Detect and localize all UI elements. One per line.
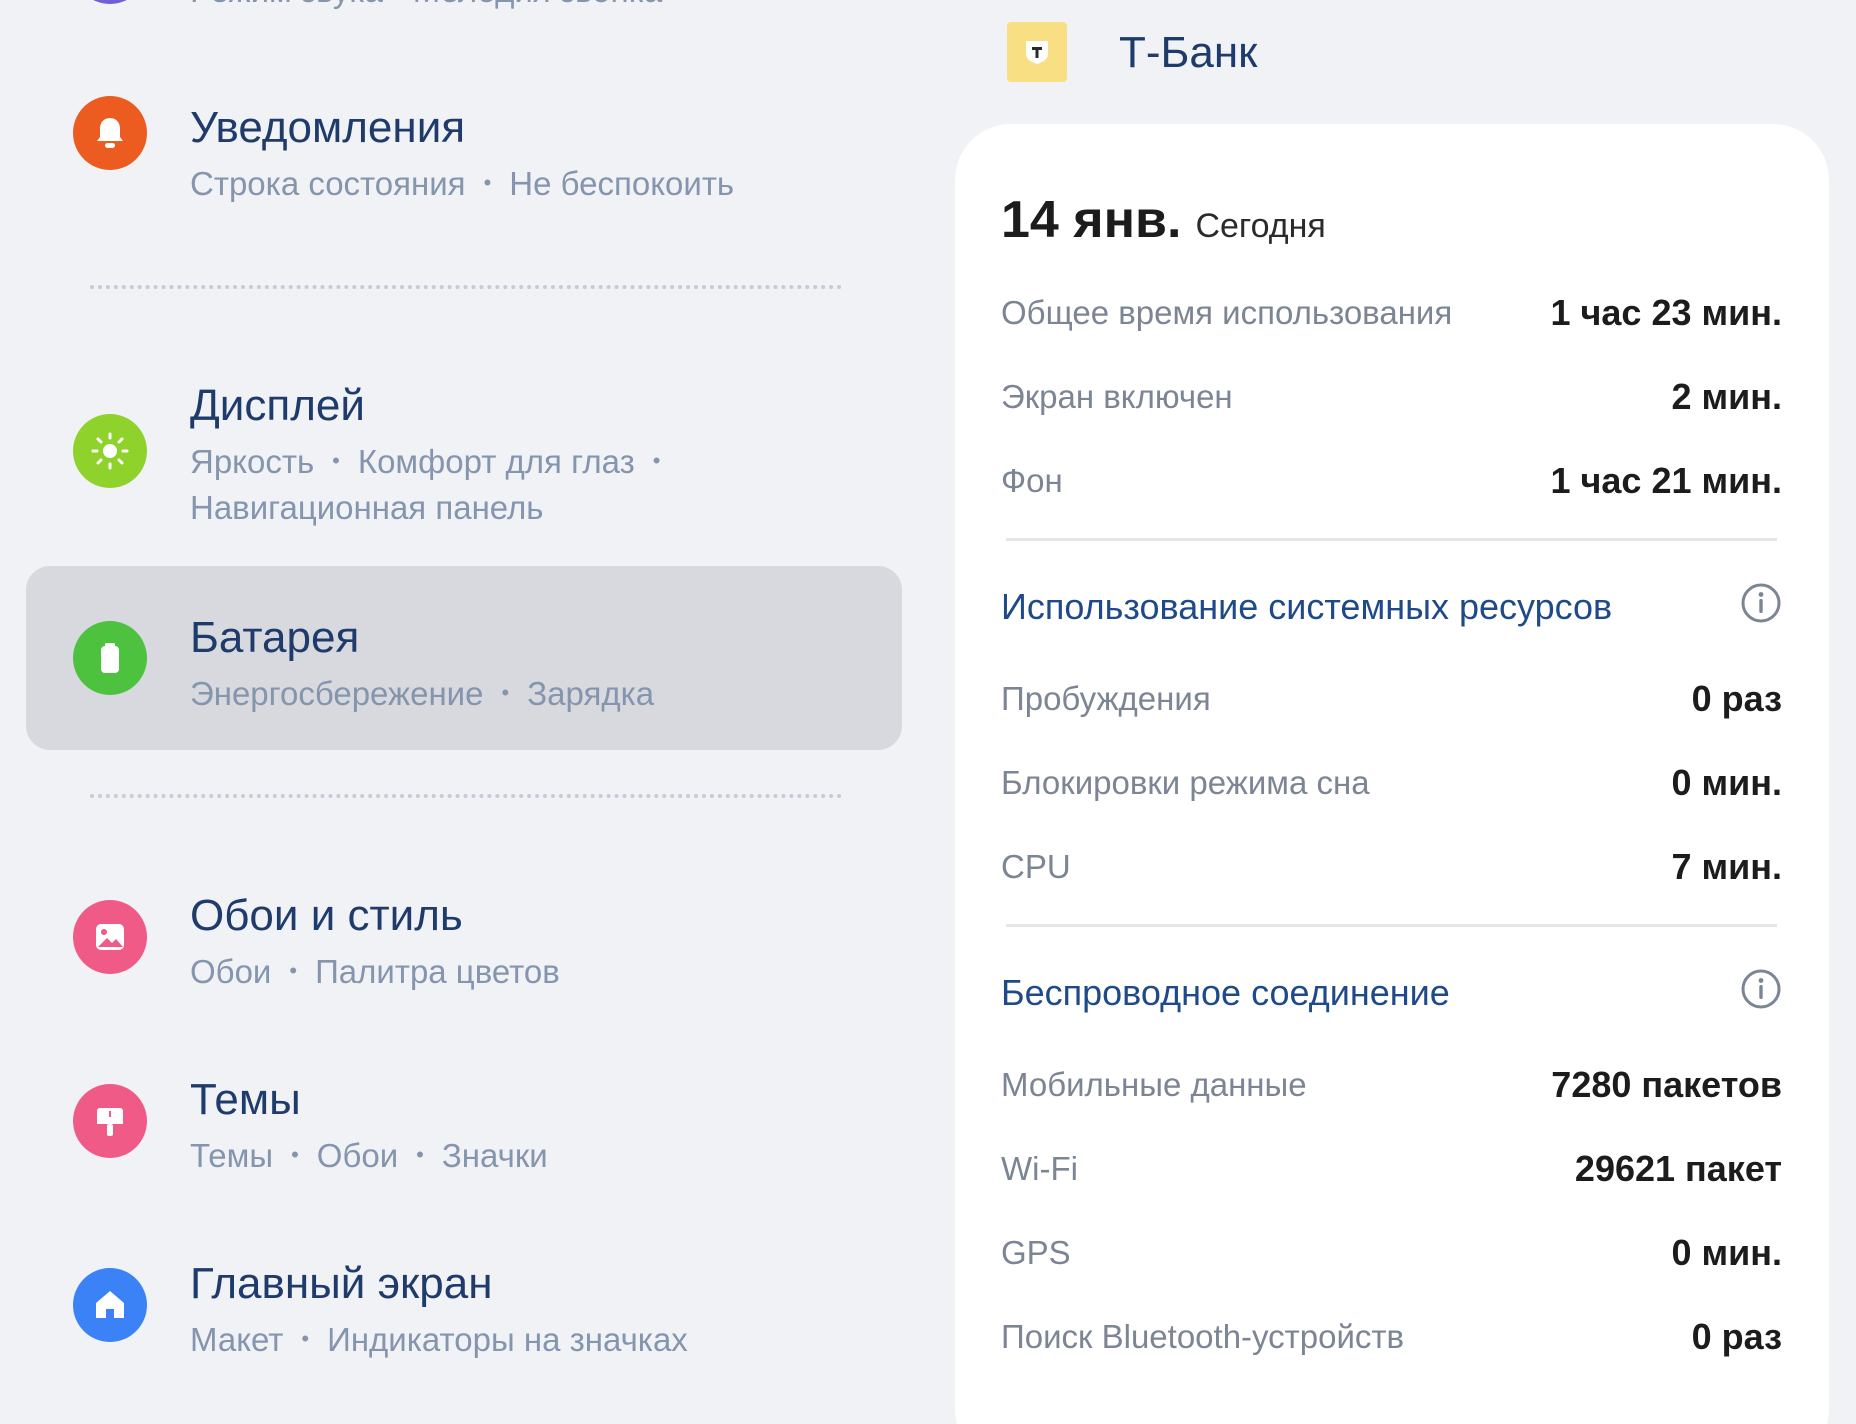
row-label: Блокировки режима сна xyxy=(1001,764,1370,801)
row-label: Экран включен xyxy=(1001,378,1233,415)
resource-row: CPU 7 мин. xyxy=(1001,846,1782,898)
settings-item-subtitle: Темы • Обои • Значки xyxy=(190,1137,548,1174)
resource-row: Пробуждения 0 раз xyxy=(1001,678,1782,730)
row-label: Пробуждения xyxy=(1001,680,1211,717)
settings-item-title: Уведомления xyxy=(190,103,466,152)
bell-icon xyxy=(73,96,147,170)
wireless-row: GPS 0 мин. xyxy=(1001,1232,1782,1284)
sound-item-subtitle: Режим звука • Мелодия звонка xyxy=(190,0,662,10)
settings-item-title: Обои и стиль xyxy=(190,891,463,940)
row-label: Поиск Bluetooth-устройств xyxy=(1001,1318,1405,1355)
wireless-row: Поиск Bluetooth-устройств 0 раз xyxy=(1001,1316,1782,1368)
sound-icon xyxy=(73,0,147,4)
row-value: 0 раз xyxy=(1691,1316,1782,1357)
divider xyxy=(90,794,842,798)
date: 14 янв. xyxy=(1001,191,1182,249)
section-title: Беспроводное соединение xyxy=(1001,972,1450,1013)
row-value: 1 час 23 мин. xyxy=(1550,292,1782,333)
settings-list: Режим звука • Мелодия звонка Уведомления… xyxy=(0,0,920,1424)
wireless-row: Wi-Fi 29621 пакет xyxy=(1001,1148,1782,1200)
settings-item-title: Дисплей xyxy=(190,381,365,430)
system-resources-header: Использование системных ресурсов xyxy=(1001,583,1782,636)
wireless-header: Беспроводное соединение xyxy=(1001,969,1782,1022)
info-icon[interactable] xyxy=(1740,968,1782,1010)
battery-icon xyxy=(73,621,147,695)
screen: Режим звука • Мелодия звонка Уведомления… xyxy=(0,0,1856,1424)
row-value: 0 раз xyxy=(1691,678,1782,719)
app-name: Т-Банк xyxy=(1119,28,1258,77)
section-divider xyxy=(1006,924,1777,927)
settings-item-notifications[interactable]: Уведомления Строка состояния • Не беспокои… xyxy=(26,64,902,202)
date-row: 14 янв. Сегодня xyxy=(1001,190,1326,250)
settings-item-display[interactable]: Дисплей Яркость • Комфорт для глаз • Навигац… xyxy=(26,330,902,530)
section-divider xyxy=(1006,538,1777,541)
divider xyxy=(90,285,842,289)
t-bank-logo-icon xyxy=(1007,22,1067,82)
row-value: 0 мин. xyxy=(1671,1232,1782,1273)
row-value: 29621 пакет xyxy=(1574,1148,1782,1189)
sun-icon xyxy=(73,414,147,488)
image-icon xyxy=(73,900,147,974)
row-label: CPU xyxy=(1001,848,1071,885)
settings-item-subtitle: Обои • Палитра цветов xyxy=(190,953,560,990)
date-suffix: Сегодня xyxy=(1195,207,1326,245)
row-value: 7280 пакетов xyxy=(1551,1064,1782,1105)
row-label: Мобильные данные xyxy=(1001,1066,1307,1103)
settings-item-title: Темы xyxy=(190,1075,301,1124)
settings-item-title: Главный экран xyxy=(190,1259,493,1308)
settings-item-battery[interactable]: Батарея Энергосбережение • Зарядка xyxy=(26,566,902,750)
settings-item-wallpaper-style[interactable]: Обои и стиль Обои • Палитра цветов xyxy=(26,872,902,1022)
usage-row: Экран включен 2 мин. xyxy=(1001,376,1782,428)
resource-row: Блокировки режима сна 0 мин. xyxy=(1001,762,1782,814)
settings-item-subtitle: Строка состояния • Не беспокоить xyxy=(190,165,735,202)
settings-item-themes[interactable]: Темы Темы • Обои • Значки xyxy=(26,1056,902,1206)
row-value: 0 мин. xyxy=(1671,762,1782,803)
settings-item-home-screen[interactable]: Главный экран Макет • Индикаторы на значка… xyxy=(26,1240,902,1390)
row-value: 1 час 21 мин. xyxy=(1550,460,1782,501)
settings-item-subtitle: Энергосбережение • Зарядка xyxy=(190,675,655,712)
usage-row: Фон 1 час 21 мин. xyxy=(1001,460,1782,512)
row-label: Фон xyxy=(1001,462,1063,499)
info-icon[interactable] xyxy=(1740,582,1782,624)
row-value: 2 мин. xyxy=(1671,376,1782,417)
settings-item-subtitle: Яркость • Комфорт для глаз • Навигационная п… xyxy=(190,443,661,526)
settings-item-title: Батарея xyxy=(190,613,360,662)
section-title: Использование системных ресурсов xyxy=(1001,586,1613,627)
row-label: Wi-Fi xyxy=(1001,1150,1078,1187)
row-label: Общее время использования xyxy=(1001,294,1453,331)
wireless-row: Мобильные данные 7280 пакетов xyxy=(1001,1064,1782,1116)
settings-item-subtitle: Макет • Индикаторы на значках xyxy=(190,1321,688,1358)
brush-icon xyxy=(73,1084,147,1158)
row-label: GPS xyxy=(1001,1234,1071,1271)
home-icon xyxy=(73,1268,147,1342)
usage-card: 14 янв. Сегодня Общее время использования… xyxy=(955,124,1829,1424)
usage-row: Общее время использования 1 час 23 мин. xyxy=(1001,292,1782,344)
row-value: 7 мин. xyxy=(1671,846,1782,887)
